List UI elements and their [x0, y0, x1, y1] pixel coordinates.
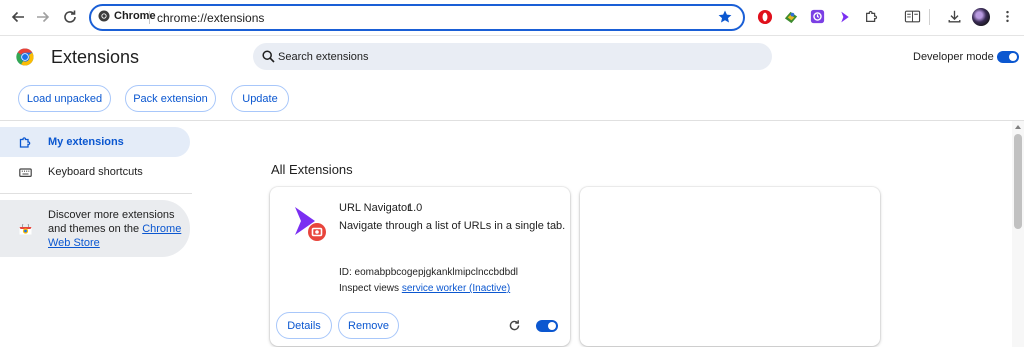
toolbar-divider: [929, 9, 930, 25]
omnibox-divider: [149, 11, 150, 24]
chrome-chip-icon: [98, 10, 110, 22]
developer-mode-toggle[interactable]: [997, 51, 1019, 63]
section-title: All Extensions: [271, 162, 353, 177]
extension-card-empty: [580, 187, 880, 346]
page-title: Extensions: [51, 47, 140, 67]
sidebar-item-label: Keyboard shortcuts: [48, 166, 143, 178]
service-worker-link[interactable]: service worker (Inactive): [402, 283, 510, 294]
reload-icon[interactable]: [60, 7, 80, 27]
downloads-icon[interactable]: [946, 8, 963, 25]
details-button[interactable]: Details: [276, 312, 332, 339]
sidebar-item-my-extensions[interactable]: My extensions: [0, 127, 190, 157]
extension-enable-toggle[interactable]: [536, 320, 558, 332]
url-text[interactable]: chrome://extensions: [157, 11, 264, 25]
site-chip[interactable]: Chrome: [98, 10, 156, 22]
more-menu-icon[interactable]: [999, 8, 1016, 25]
pack-extension-button[interactable]: Pack extension: [125, 85, 216, 112]
sidebar-item-keyboard-shortcuts[interactable]: Keyboard shortcuts: [0, 157, 190, 187]
puzzle-icon: [19, 136, 31, 148]
extension-name: URL Navigator: [339, 202, 411, 214]
reading-list-icon[interactable]: [903, 8, 922, 25]
promo-text: Discover more extensions and themes on t…: [48, 208, 186, 250]
url-navigator-extension-icon[interactable]: [836, 8, 853, 25]
extensions-puzzle-icon[interactable]: [863, 8, 880, 25]
puzzle-map-extension-icon[interactable]: [782, 8, 799, 25]
forward-icon[interactable]: [33, 7, 53, 27]
search-input[interactable]: [278, 43, 758, 70]
web-store-promo: Discover more extensions and themes on t…: [0, 200, 190, 257]
extension-version: 1.0: [407, 202, 423, 214]
remove-button[interactable]: Remove: [338, 312, 399, 339]
extension-card: URL Navigator 1.0 Navigate through a lis…: [270, 187, 570, 346]
scrollbar-thumb[interactable]: [1014, 134, 1022, 229]
update-button[interactable]: Update: [231, 85, 289, 112]
load-unpacked-button[interactable]: Load unpacked: [18, 85, 111, 112]
scroll-up-arrow-icon[interactable]: [1015, 125, 1021, 129]
purple-extension-icon[interactable]: [809, 8, 826, 25]
developer-mode-label: Developer mode: [913, 51, 994, 63]
search-box[interactable]: [253, 43, 772, 70]
sidebar-item-label: My extensions: [48, 136, 124, 148]
search-icon: [262, 50, 275, 63]
chrome-web-store-icon: [19, 224, 32, 235]
browser-toolbar: Chrome chrome://extensions: [0, 0, 1024, 36]
reload-extension-icon[interactable]: [508, 319, 521, 332]
extension-description: Navigate through a list of URLs in a sin…: [339, 220, 566, 232]
profile-avatar-icon[interactable]: [972, 8, 990, 26]
address-bar[interactable]: Chrome chrome://extensions: [89, 4, 745, 31]
chrome-logo-icon: [16, 48, 34, 66]
extension-id: ID: eomabpbcogepjgkanklmipclnccbdbdl: [339, 267, 518, 278]
opera-extension-icon[interactable]: [756, 8, 773, 25]
page-scrollbar[interactable]: [1012, 121, 1024, 347]
keyboard-icon: [19, 167, 32, 177]
inspect-views-label: Inspect views: [339, 283, 400, 294]
header-divider: [0, 120, 1024, 121]
back-icon[interactable]: [8, 7, 28, 27]
url-navigator-logo-icon: [295, 207, 326, 241]
sidebar-divider: [0, 193, 192, 194]
inspect-views: Inspect views service worker (Inactive): [339, 283, 510, 294]
bookmark-star-icon[interactable]: [717, 9, 733, 25]
